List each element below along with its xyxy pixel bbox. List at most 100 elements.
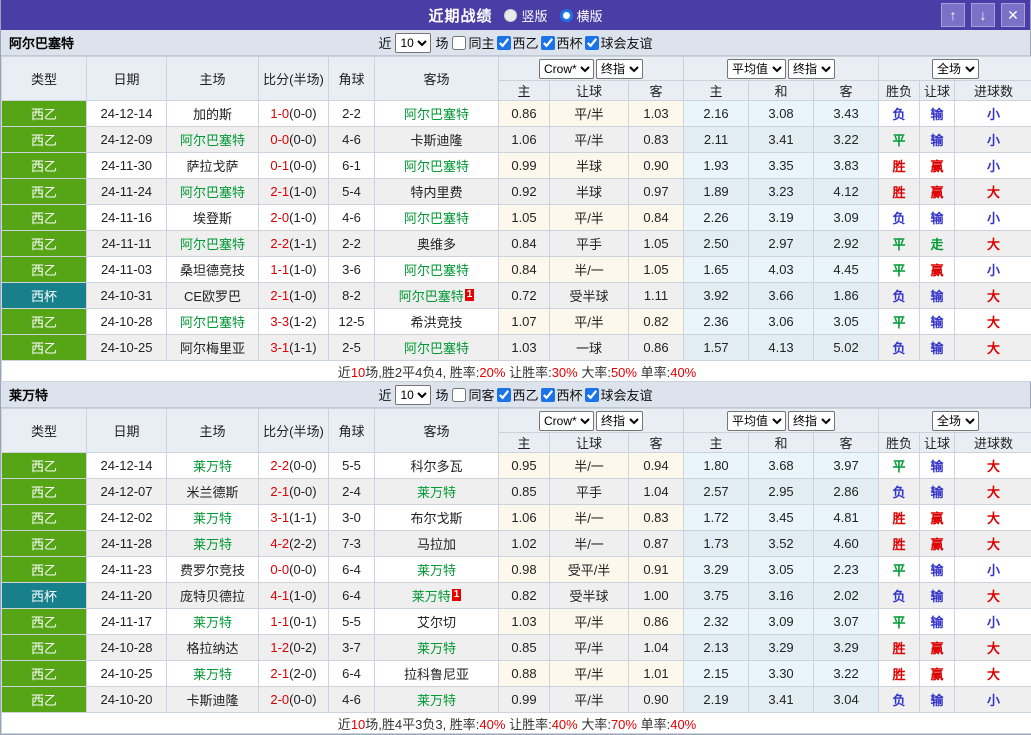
filter-checkbox-option[interactable]: 球会友谊: [585, 33, 653, 52]
odds-handicap-cell: 平/半: [550, 205, 629, 231]
match-count-select[interactable]: 10: [395, 33, 431, 53]
fulltime-score: 1-2: [270, 640, 289, 655]
average-select[interactable]: 平均值: [727, 411, 786, 431]
result-handicap-cell: 输: [920, 479, 955, 505]
avg-away-cell: 2.02: [814, 583, 879, 609]
match-row: 西乙24-10-28格拉纳达1-2(0-2)3-7莱万特0.85平/半1.042…: [2, 635, 1031, 661]
red-card-badge: 1: [452, 589, 462, 601]
score-cell: 1-1(0-1): [259, 609, 329, 635]
result-handicap-cell: 走: [920, 231, 955, 257]
bookmaker-select-group: Crow*终指: [499, 409, 684, 433]
team-name: 莱万特: [417, 485, 456, 500]
result-outcome-cell: 负: [879, 583, 920, 609]
team-name: 卡斯迪隆: [186, 693, 238, 708]
bookmaker-select[interactable]: Crow*: [539, 59, 594, 79]
filter-checkbox-option[interactable]: 西乙: [497, 385, 539, 404]
layout-radio-group: 竖版 横版: [504, 6, 602, 25]
filter-checkbox-option[interactable]: 西杯: [541, 385, 583, 404]
odds-time-select-2[interactable]: 终指: [788, 59, 835, 79]
odds-away-cell: 1.05: [629, 231, 684, 257]
home-team-cell: 阿尔巴塞特: [167, 127, 259, 153]
away-team-cell: 莱万特: [375, 557, 499, 583]
halftime-score: (0-2): [289, 640, 316, 655]
score-cell: 2-2(1-1): [259, 231, 329, 257]
bookmaker-select[interactable]: Crow*: [539, 411, 594, 431]
match-date-cell: 24-12-14: [87, 101, 167, 127]
filter-checkbox-option[interactable]: 球会友谊: [585, 385, 653, 404]
col-header-corner: 角球: [329, 409, 375, 453]
avg-draw-cell: 3.45: [749, 505, 814, 531]
team-name: 奥维多: [417, 237, 456, 252]
match-date-cell: 24-11-23: [87, 557, 167, 583]
score-cell: 3-3(1-2): [259, 309, 329, 335]
avg-draw-cell: 2.97: [749, 231, 814, 257]
result-handicap-cell: 输: [920, 335, 955, 361]
odds-away-cell: 0.86: [629, 335, 684, 361]
result-outcome-cell: 胜: [879, 153, 920, 179]
odds-time-select-1[interactable]: 终指: [596, 411, 643, 431]
odds-away-cell: 1.04: [629, 479, 684, 505]
odds-handicap-cell: 平手: [550, 231, 629, 257]
team-name: 阿尔巴塞特: [404, 159, 469, 174]
score-cell: 2-2(0-0): [259, 453, 329, 479]
radio-icon[interactable]: [560, 9, 573, 22]
result-outcome-cell: 负: [879, 687, 920, 713]
filter-checkbox[interactable]: [541, 388, 555, 402]
average-select[interactable]: 平均值: [727, 59, 786, 79]
result-outcome-cell: 平: [879, 257, 920, 283]
match-date-cell: 24-10-25: [87, 661, 167, 687]
avg-home-cell: 2.57: [684, 479, 749, 505]
filter-checkbox-option[interactable]: 西杯: [541, 33, 583, 52]
odds-home-cell: 0.82: [499, 583, 550, 609]
team-name: CE欧罗巴: [184, 289, 241, 304]
score-cell: 2-0(0-0): [259, 687, 329, 713]
layout-radio-option[interactable]: 竖版: [504, 6, 547, 25]
team-name: 莱万特: [193, 459, 232, 474]
result-handicap-cell: 赢: [920, 635, 955, 661]
filter-checkbox[interactable]: [585, 388, 599, 402]
odds-home-cell: 1.02: [499, 531, 550, 557]
odds-handicap-cell: 平/半: [550, 661, 629, 687]
result-outcome-cell: 胜: [879, 635, 920, 661]
filter-checkbox-option[interactable]: 同客: [452, 385, 494, 404]
radio-option-label: 横版: [577, 6, 603, 25]
layout-radio-option[interactable]: 横版: [560, 6, 603, 25]
match-count-select[interactable]: 10: [395, 385, 431, 405]
filter-checkbox[interactable]: [452, 36, 466, 50]
scope-select[interactable]: 全场: [932, 59, 979, 79]
summary-text-part: 40%: [670, 717, 696, 732]
result-handicap-cell: 输: [920, 283, 955, 309]
fulltime-score: 1-1: [270, 614, 289, 629]
filter-checkbox[interactable]: [452, 388, 466, 402]
result-handicap-cell: 赢: [920, 531, 955, 557]
checkbox-label: 西乙: [513, 33, 539, 52]
match-row: 西乙24-11-30萨拉戈萨0-1(0-0)6-1阿尔巴塞特0.99半球0.90…: [2, 153, 1031, 179]
filter-checkbox[interactable]: [585, 36, 599, 50]
scope-select[interactable]: 全场: [932, 411, 979, 431]
col-header-corner: 角球: [329, 57, 375, 101]
filter-checkbox[interactable]: [541, 36, 555, 50]
summary-text-part: 单率:: [637, 365, 670, 380]
filter-checkbox-option[interactable]: 西乙: [497, 33, 539, 52]
competition-type-cell: 西乙: [2, 479, 87, 505]
halftime-score: (2-2): [289, 536, 316, 551]
odds-handicap-cell: 平/半: [550, 687, 629, 713]
odds-home-cell: 0.98: [499, 557, 550, 583]
move-down-button[interactable]: ↓: [971, 3, 995, 27]
match-date-cell: 24-11-17: [87, 609, 167, 635]
away-team-cell: 莱万特: [375, 479, 499, 505]
odds-away-cell: 1.11: [629, 283, 684, 309]
close-button[interactable]: ✕: [1001, 3, 1025, 27]
result-outcome-cell: 平: [879, 127, 920, 153]
competition-type-cell: 西乙: [2, 153, 87, 179]
odds-time-select-2[interactable]: 终指: [788, 411, 835, 431]
filter-checkbox[interactable]: [497, 388, 511, 402]
match-date-cell: 24-11-24: [87, 179, 167, 205]
score-cell: 2-1(1-0): [259, 283, 329, 309]
move-up-button[interactable]: ↑: [941, 3, 965, 27]
odds-time-select-1[interactable]: 终指: [596, 59, 643, 79]
filter-checkbox[interactable]: [497, 36, 511, 50]
radio-icon[interactable]: [504, 9, 517, 22]
team-name: 卡斯迪隆: [410, 133, 462, 148]
filter-checkbox-option[interactable]: 同主: [452, 33, 494, 52]
